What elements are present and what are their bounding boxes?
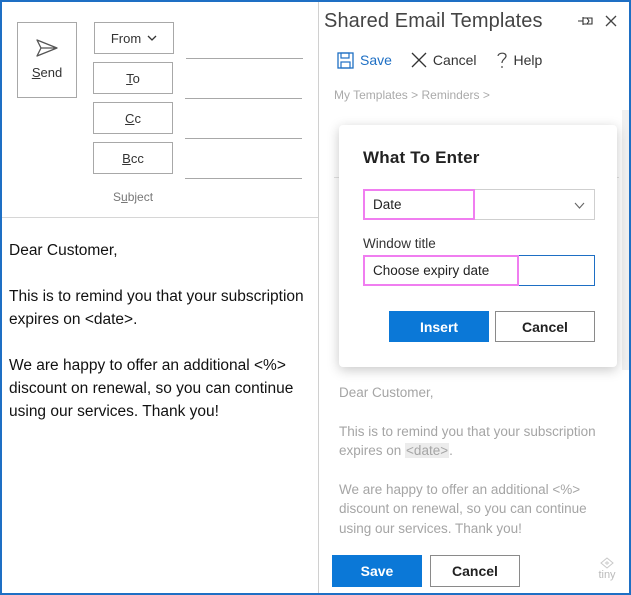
cc-button[interactable]: Cc: [93, 102, 173, 134]
chevron-down-icon: [574, 202, 585, 209]
from-button[interactable]: From: [94, 22, 174, 54]
send-button[interactable]: Send: [17, 22, 77, 98]
subject-label: Subject: [113, 190, 154, 204]
compose-header: Send From To Cc Bcc Subject: [2, 2, 318, 218]
pane-title: Shared Email Templates: [324, 10, 543, 32]
to-button[interactable]: To: [93, 62, 173, 94]
template-preview[interactable]: Dear Customer, This is to remind you tha…: [339, 383, 619, 557]
tiny-logo: tiny: [593, 557, 621, 581]
toolbar: Save Cancel Help: [337, 49, 561, 71]
field-type-select[interactable]: Date: [363, 189, 595, 220]
to-field[interactable]: [185, 98, 302, 99]
message-body[interactable]: Dear Customer, This is to remind you tha…: [9, 239, 309, 446]
window-title-input[interactable]: [363, 255, 595, 286]
toolbar-cancel-label: Cancel: [432, 52, 477, 68]
preview-paragraph-2: We are happy to offer an additional <%> …: [339, 481, 587, 536]
close-icon[interactable]: [603, 13, 619, 29]
save-button[interactable]: Save: [332, 555, 422, 587]
preview-greeting: Dear Customer,: [339, 385, 434, 400]
save-icon: [337, 51, 354, 69]
to-label: To: [126, 70, 140, 86]
what-to-enter-dialog: What To Enter Date Window title Insert C…: [339, 125, 617, 367]
field-type-value: Date: [373, 197, 402, 212]
from-label: From: [110, 30, 142, 46]
body-greeting: Dear Customer,: [9, 242, 118, 259]
pin-icon[interactable]: [577, 14, 595, 28]
toolbar-save-label: Save: [360, 52, 392, 68]
dialog-cancel-button[interactable]: Cancel: [495, 311, 595, 342]
compose-window: Send From To Cc Bcc Subject Dear Custome…: [2, 2, 318, 593]
send-label: Send: [31, 65, 63, 80]
preview-paragraph-1: This is to remind you that your subscrip…: [339, 423, 596, 458]
toolbar-help-label: Help: [513, 52, 543, 68]
cancel-button[interactable]: Cancel: [430, 555, 520, 587]
subject-field[interactable]: [185, 178, 302, 179]
body-paragraph-2: We are happy to offer an additional <%> …: [9, 357, 294, 420]
date-placeholder[interactable]: <date>: [405, 443, 450, 458]
cc-label: Cc: [125, 110, 141, 126]
send-icon: [36, 39, 58, 57]
tiny-logo-text: tiny: [598, 569, 616, 581]
bcc-button[interactable]: Bcc: [93, 142, 173, 174]
cancel-icon: [411, 52, 427, 68]
toolbar-cancel-button[interactable]: Cancel: [411, 52, 477, 68]
toolbar-save-button[interactable]: Save: [337, 51, 392, 69]
dialog-title: What To Enter: [363, 148, 480, 167]
toolbar-help-button[interactable]: Help: [496, 51, 543, 69]
help-icon: [496, 52, 507, 68]
tiny-logo-icon: [600, 557, 614, 569]
body-paragraph-1: This is to remind you that your subscrip…: [9, 288, 304, 328]
from-field[interactable]: [186, 58, 303, 59]
insert-button[interactable]: Insert: [389, 311, 489, 342]
cc-field[interactable]: [185, 138, 302, 139]
scrollbar[interactable]: [622, 110, 629, 370]
window-title-label: Window title: [363, 236, 436, 251]
chevron-down-icon: [147, 35, 157, 41]
bcc-label: Bcc: [122, 150, 144, 166]
breadcrumb[interactable]: My Templates > Reminders >: [334, 88, 490, 102]
